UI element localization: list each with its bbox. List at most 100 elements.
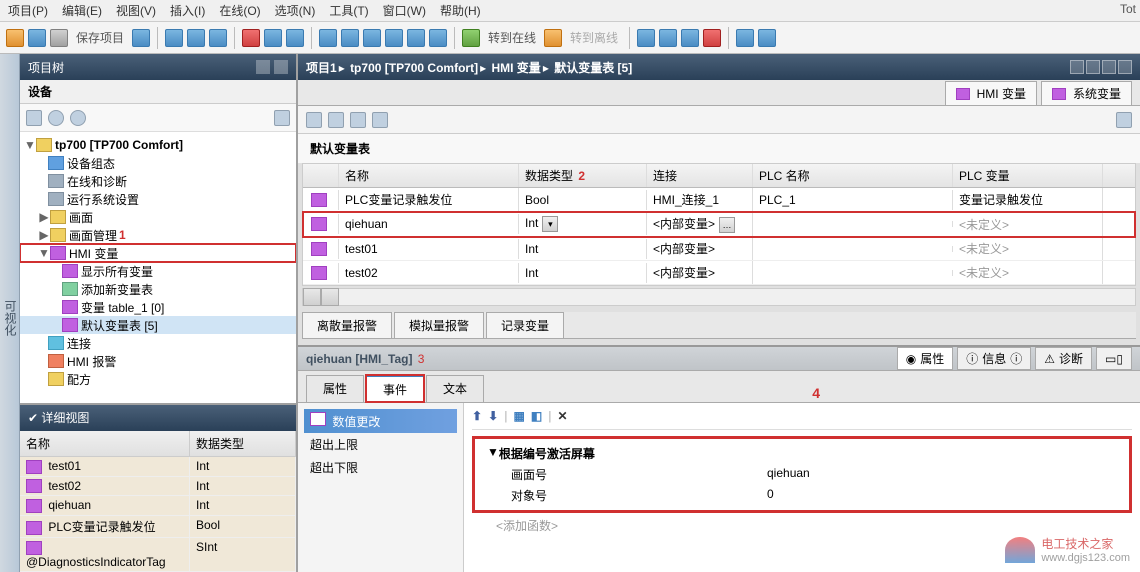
- detail-row[interactable]: test01Int: [20, 457, 296, 477]
- tree-nav-icon[interactable]: [26, 110, 42, 126]
- tab-hmi-vars[interactable]: HMI 变量: [945, 81, 1037, 105]
- type-dropdown[interactable]: ▾: [542, 216, 558, 232]
- go-online-label[interactable]: 转到在线: [488, 29, 536, 46]
- tree-online-diag[interactable]: 在线和诊断: [20, 172, 296, 190]
- download-icon[interactable]: [341, 29, 359, 47]
- ct-icon-1[interactable]: [306, 112, 322, 128]
- tree-root[interactable]: ▼tp700 [TP700 Comfort]: [20, 136, 296, 154]
- sidebar-vis-tab[interactable]: 可视化: [0, 54, 20, 572]
- arrow-icon[interactable]: [274, 60, 288, 74]
- table-row[interactable]: test01 Int <内部变量> <未定义>: [303, 237, 1135, 261]
- compile-icon[interactable]: [319, 29, 337, 47]
- menu-tools[interactable]: 工具(T): [329, 2, 368, 19]
- maximize-icon[interactable]: [1086, 60, 1100, 74]
- tree-table1[interactable]: 变量 table_1 [0]: [20, 298, 296, 316]
- move-up-icon[interactable]: ⬆: [472, 409, 482, 423]
- pmtab-texts[interactable]: 文本: [426, 375, 484, 402]
- tree-fwd-icon[interactable]: [70, 110, 86, 126]
- event-over-upper[interactable]: 超出上限: [304, 433, 457, 456]
- go-online-icon[interactable]: [462, 29, 480, 47]
- tree-recipes[interactable]: 配方: [20, 370, 296, 388]
- ct-settings-icon[interactable]: [1116, 112, 1132, 128]
- pmtab-events[interactable]: 事件: [366, 375, 424, 402]
- ptab-diag[interactable]: ⚠ 诊断: [1035, 347, 1092, 370]
- func-header[interactable]: ▼ 根据编号激活屏幕: [479, 443, 1125, 464]
- table-row[interactable]: qiehuan Int▾ <内部变量>… <未定义>: [303, 212, 1135, 237]
- undo-icon[interactable]: [264, 29, 282, 47]
- open-project-icon[interactable]: [28, 29, 46, 47]
- tool-icon-2[interactable]: [659, 29, 677, 47]
- func-param-screen[interactable]: 画面号 qiehuan: [479, 464, 1125, 485]
- ptab-info[interactable]: ⓘ 信息 ⓘ: [957, 347, 1031, 370]
- copy-icon[interactable]: [187, 29, 205, 47]
- sim-icon[interactable]: [385, 29, 403, 47]
- menu-project[interactable]: 项目(P): [8, 2, 48, 19]
- delete-func-icon[interactable]: ✕: [558, 409, 568, 423]
- menu-edit[interactable]: 编辑(E): [62, 2, 102, 19]
- detail-row[interactable]: qiehuanInt: [20, 496, 296, 516]
- tree-opt-icon[interactable]: [274, 110, 290, 126]
- ct-icon-2[interactable]: [328, 112, 344, 128]
- paste-icon[interactable]: [209, 29, 227, 47]
- delete-icon[interactable]: [242, 29, 260, 47]
- tree-hmi-tags[interactable]: ▼HMI 变量: [20, 244, 296, 262]
- event-over-lower[interactable]: 超出下限: [304, 456, 457, 479]
- redo-icon[interactable]: [286, 29, 304, 47]
- cross-ref-icon[interactable]: [703, 29, 721, 47]
- tree-back-icon[interactable]: [48, 110, 64, 126]
- tab-discrete[interactable]: 离散量报警: [302, 312, 392, 338]
- h-scrollbar[interactable]: [302, 288, 1136, 306]
- func-param-object[interactable]: 对象号 0: [479, 485, 1125, 506]
- minimize-icon[interactable]: [1070, 60, 1084, 74]
- device-tab[interactable]: 设备: [20, 80, 296, 104]
- tree-show-all[interactable]: 显示所有变量: [20, 262, 296, 280]
- expand-icon[interactable]: ▦: [513, 409, 524, 423]
- browse-button[interactable]: …: [719, 217, 735, 233]
- layout-icon-1[interactable]: [736, 29, 754, 47]
- upload-icon[interactable]: [363, 29, 381, 47]
- menu-view[interactable]: 视图(V): [116, 2, 156, 19]
- menu-window[interactable]: 窗口(W): [383, 2, 426, 19]
- tool-icon-1[interactable]: [637, 29, 655, 47]
- table-row[interactable]: PLC变量记录触发位 Bool HMI_连接_1 PLC_1 变量记录触发位: [303, 188, 1135, 212]
- ct-icon-4[interactable]: [372, 112, 388, 128]
- tree-add-table[interactable]: 添加新变量表: [20, 280, 296, 298]
- detail-row[interactable]: @DiagnosticsIndicatorTagSInt: [20, 538, 296, 572]
- cut-icon[interactable]: [165, 29, 183, 47]
- stop-rt-icon[interactable]: [429, 29, 447, 47]
- tree-alarms[interactable]: HMI 报警: [20, 352, 296, 370]
- save-icon[interactable]: [50, 29, 68, 47]
- menu-insert[interactable]: 插入(I): [170, 2, 205, 19]
- tree-default-table[interactable]: 默认变量表 [5]: [20, 316, 296, 334]
- start-rt-icon[interactable]: [407, 29, 425, 47]
- tree-device-config[interactable]: 设备组态: [20, 154, 296, 172]
- menu-options[interactable]: 选项(N): [275, 2, 316, 19]
- print-icon[interactable]: [132, 29, 150, 47]
- tab-analog[interactable]: 模拟量报警: [394, 312, 484, 338]
- tree-screen-mgmt[interactable]: ▶画面管理1: [20, 226, 296, 244]
- ptab-props[interactable]: ◉ 属性: [897, 347, 954, 370]
- tree-connections[interactable]: 连接: [20, 334, 296, 352]
- tab-logging[interactable]: 记录变量: [486, 312, 564, 338]
- new-project-icon[interactable]: [6, 29, 24, 47]
- event-value-change[interactable]: 数值更改: [304, 409, 457, 433]
- ct-icon-3[interactable]: [350, 112, 366, 128]
- move-down-icon[interactable]: ⬇: [488, 409, 498, 423]
- detail-row[interactable]: test02Int: [20, 477, 296, 497]
- tree-runtime[interactable]: 运行系统设置: [20, 190, 296, 208]
- restore-icon[interactable]: [1102, 60, 1116, 74]
- ptab-layout[interactable]: ▭▯: [1096, 347, 1132, 370]
- close-icon[interactable]: [1118, 60, 1132, 74]
- table-row[interactable]: test02 Int <内部变量> <未定义>: [303, 261, 1135, 285]
- layout-icon-2[interactable]: [758, 29, 776, 47]
- menu-online[interactable]: 在线(O): [219, 2, 260, 19]
- tree-screens[interactable]: ▶画面: [20, 208, 296, 226]
- detail-row[interactable]: PLC变量记录触发位Bool: [20, 516, 296, 538]
- collapse-icon[interactable]: [256, 60, 270, 74]
- collapse-icon[interactable]: ◧: [531, 409, 542, 423]
- menu-help[interactable]: 帮助(H): [440, 2, 481, 19]
- tool-icon-3[interactable]: [681, 29, 699, 47]
- pmtab-props[interactable]: 属性: [306, 375, 364, 402]
- tab-sys-vars[interactable]: 系统变量: [1041, 81, 1132, 105]
- save-label[interactable]: 保存项目: [76, 29, 124, 46]
